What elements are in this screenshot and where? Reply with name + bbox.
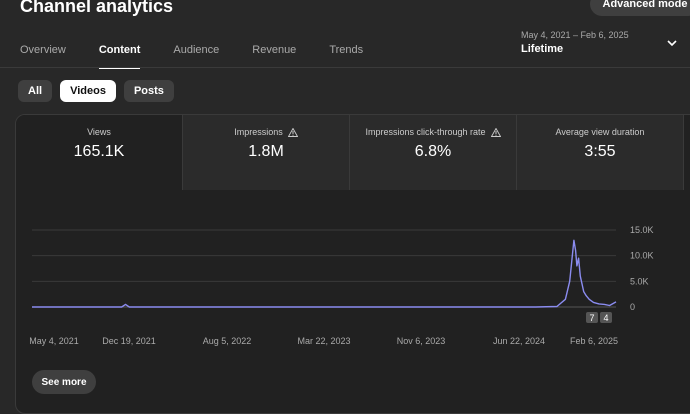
y-tick-label: 10.0K <box>630 251 654 261</box>
views-line-chart: 15.0K 10.0K 5.0K 0 May 4, 2021 Dec 19, 2021 Au… <box>29 225 654 346</box>
x-tick-label: Dec 19, 2021 <box>102 336 156 346</box>
x-tick-label: May 4, 2021 <box>29 336 79 346</box>
annotation-marker-label: 7 <box>589 313 594 323</box>
x-tick-label: Feb 6, 2025 <box>570 336 618 346</box>
x-tick-label: Jun 22, 2024 <box>493 336 545 346</box>
y-tick-label: 0 <box>630 302 635 312</box>
y-tick-label: 15.0K <box>630 225 654 235</box>
see-more-button[interactable]: See more <box>32 370 96 394</box>
annotation-marker-label: 4 <box>603 313 608 323</box>
views-series-line <box>32 239 617 308</box>
y-tick-label: 5.0K <box>630 276 649 286</box>
x-tick-label: Nov 6, 2023 <box>397 336 446 346</box>
x-tick-label: Aug 5, 2022 <box>203 336 252 346</box>
x-tick-label: Mar 22, 2023 <box>297 336 350 346</box>
